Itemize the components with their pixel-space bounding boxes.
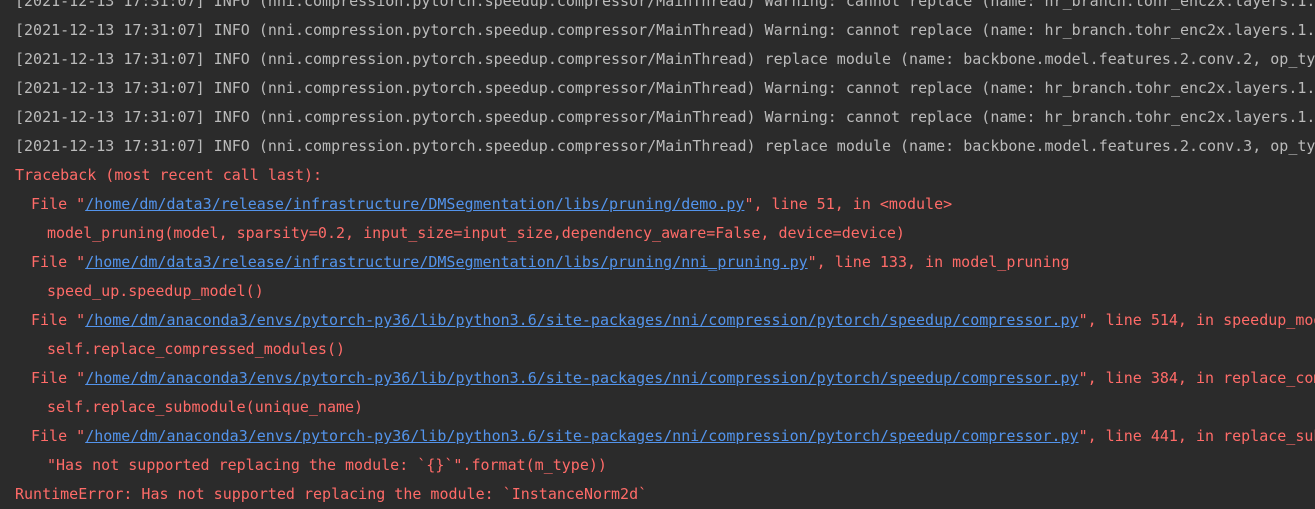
frame-suffix: ", line 384, in replace_compressed_modul… <box>1078 369 1315 387</box>
frame-prefix: File " <box>31 311 86 329</box>
log-line-info: [2021-12-13 17:31:07] INFO (nni.compress… <box>15 79 1315 97</box>
traceback-frame: File "/home/dm/anaconda3/envs/pytorch-py… <box>0 364 1315 393</box>
file-path-link[interactable]: /home/dm/data3/release/infrastructure/DM… <box>85 195 744 213</box>
frame-suffix: ", line 441, in replace_submodule <box>1078 427 1315 445</box>
log-line-info: [2021-12-13 17:31:07] INFO (nni.compress… <box>15 137 1315 155</box>
traceback-frame: File "/home/dm/anaconda3/envs/pytorch-py… <box>0 306 1315 335</box>
frame-suffix: ", line 133, in model_pruning <box>807 253 1070 271</box>
frame-prefix: File " <box>31 369 86 387</box>
frame-prefix: File " <box>31 195 86 213</box>
file-path-link[interactable]: /home/dm/anaconda3/envs/pytorch-py36/lib… <box>85 311 1078 329</box>
frame-suffix: ", line 51, in <module> <box>744 195 953 213</box>
frame-prefix: File " <box>31 253 86 271</box>
log-line-info: [2021-12-13 17:31:07] INFO (nni.compress… <box>15 21 1315 39</box>
traceback-code-line: self.replace_compressed_modules() <box>47 340 346 358</box>
log-line-info: [2021-12-13 17:31:07] INFO (nni.compress… <box>15 108 1315 126</box>
frame-suffix: ", line 514, in speedup_model <box>1078 311 1315 329</box>
frame-prefix: File " <box>31 427 86 445</box>
traceback-frame: File "/home/dm/anaconda3/envs/pytorch-py… <box>0 422 1315 451</box>
traceback-frame: File "/home/dm/data3/release/infrastruct… <box>0 248 1315 277</box>
traceback-code-line: self.replace_submodule(unique_name) <box>47 398 364 416</box>
log-line-info: [2021-12-13 17:31:07] INFO (nni.compress… <box>15 0 1315 10</box>
runtime-error-line: RuntimeError: Has not supported replacin… <box>15 485 648 503</box>
log-line-info: [2021-12-13 17:31:07] INFO (nni.compress… <box>15 50 1315 68</box>
traceback-frame: File "/home/dm/data3/release/infrastruct… <box>0 190 1315 219</box>
traceback-code-line: model_pruning(model, sparsity=0.2, input… <box>47 224 905 242</box>
file-path-link[interactable]: /home/dm/anaconda3/envs/pytorch-py36/lib… <box>85 427 1078 445</box>
traceback-code-line: "Has not supported replacing the module:… <box>47 456 607 474</box>
traceback-code-line: speed_up.speedup_model() <box>47 282 264 300</box>
traceback-header: Traceback (most recent call last): <box>15 166 323 184</box>
console-output: [2021-12-13 17:31:07] INFO (nni.compress… <box>0 0 1315 509</box>
file-path-link[interactable]: /home/dm/anaconda3/envs/pytorch-py36/lib… <box>85 369 1078 387</box>
file-path-link[interactable]: /home/dm/data3/release/infrastructure/DM… <box>85 253 807 271</box>
